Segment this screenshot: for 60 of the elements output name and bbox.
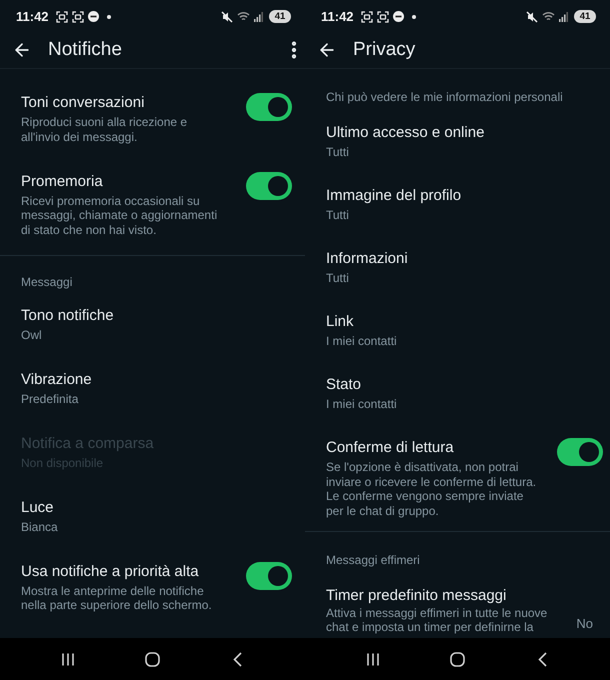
screenshot-icon [360, 10, 373, 22]
signal-icon [254, 12, 263, 22]
mute-icon [526, 10, 538, 22]
setting-title: Immagine del profilo [326, 186, 462, 206]
mute-icon [221, 10, 233, 22]
wifi-icon [237, 11, 250, 22]
section-header: Messaggi effimeri [325, 552, 421, 568]
screenshot-icon [72, 10, 84, 22]
setting-description: Se l'opzione è disattivata, non potrai inviare o ricevere le conferme di lettura. Le conferme vengono sempre inviate per le chat di gruppo. [326, 460, 538, 518]
dot-icon [106, 14, 111, 18]
setting-title: Timer predefinito messaggi [326, 586, 506, 606]
screen-title: Privacy [353, 38, 416, 60]
setting-description: Riproduci suoni alla ricezione e all'invio dei messaggi. [21, 115, 188, 144]
battery-indicator: 41 [269, 10, 291, 23]
setting-value: Bianca [21, 520, 58, 534]
home-icon[interactable] [450, 652, 465, 666]
setting-value: Tutti [326, 271, 349, 286]
screen-title: Notifiche [48, 38, 123, 60]
minus-circle-icon [392, 11, 404, 22]
setting-title: Ultimo accesso e online [326, 123, 484, 143]
dot-icon [412, 14, 416, 18]
screenshot-icon [56, 10, 68, 22]
setting-title: Usa notifiche a priorità alta [21, 562, 199, 582]
section-header: Messaggi [20, 274, 74, 290]
home-icon[interactable] [145, 652, 160, 666]
setting-value: Predefinita [21, 392, 78, 406]
setting-title: Stato [326, 375, 362, 395]
recent-apps-icon[interactable] [366, 652, 380, 666]
toggle-switch[interactable] [246, 93, 292, 121]
setting-title: Promemoria [21, 172, 103, 192]
setting-description: Mostra le anteprime delle notifiche nella parte superiore dello schermo. [21, 584, 213, 612]
minus-circle-icon [88, 11, 99, 22]
setting-value: No [576, 616, 594, 630]
setting-title: Vibrazione [21, 370, 92, 390]
toggle-switch[interactable] [246, 562, 292, 590]
setting-title: Toni conversazioni [21, 93, 144, 113]
signal-icon [559, 12, 568, 22]
status-time: 11:42 [321, 9, 354, 24]
section-header: Chi può vedere le mie informazioni personali [325, 89, 564, 106]
battery-indicator: 41 [574, 10, 596, 23]
setting-value: I miei contatti [326, 397, 397, 412]
setting-description: Ricevi promemoria occasionali su messaggi, chiamate o aggiornamenti di stato che non hai visto. [21, 194, 218, 237]
recent-apps-icon[interactable] [60, 652, 74, 666]
screenshot-icon [376, 10, 389, 22]
setting-value: Owl [21, 328, 42, 342]
setting-title: Informazioni [326, 249, 408, 269]
setting-value: I miei contatti [326, 334, 397, 348]
toggle-switch[interactable] [246, 172, 292, 200]
setting-title: Link [326, 312, 354, 332]
setting-title: Luce [21, 498, 54, 518]
setting-title: Tono notifiche [21, 306, 114, 326]
toggle-switch[interactable] [557, 438, 603, 466]
setting-title: Conferme di lettura [326, 438, 454, 458]
back-chevron-icon[interactable] [233, 652, 242, 666]
status-time: 11:42 [16, 9, 49, 24]
setting-description: Attiva i messaggi effimeri in tutte le nuove chat e imposta un timer per definirne la [326, 606, 548, 634]
setting-value: Tutti [326, 145, 349, 160]
back-chevron-icon[interactable] [538, 652, 547, 666]
wifi-icon [542, 11, 555, 22]
setting-value: Tutti [326, 208, 349, 222]
